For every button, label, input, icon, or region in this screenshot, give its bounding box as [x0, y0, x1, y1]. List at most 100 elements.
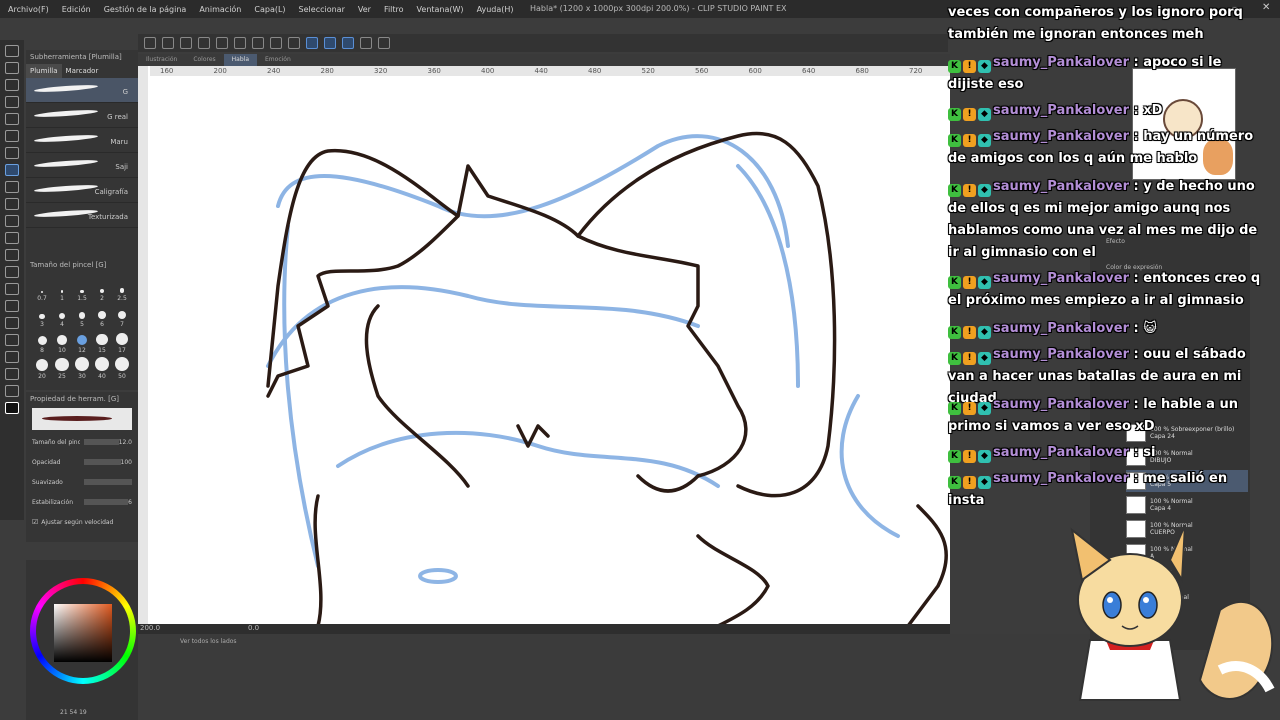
brush-size-option[interactable]: 17	[112, 328, 132, 354]
pen-icon[interactable]	[5, 164, 19, 176]
balloon-icon[interactable]	[5, 368, 19, 380]
brush-size-option[interactable]: 2.5	[112, 276, 132, 302]
brush-item[interactable]: Saji	[26, 153, 138, 178]
save-icon[interactable]	[180, 37, 192, 49]
brush-size-option[interactable]: 15	[92, 328, 112, 354]
grid-snap-icon[interactable]	[342, 37, 354, 49]
clear-icon[interactable]	[252, 37, 264, 49]
menu-item[interactable]: Ventana(W)	[417, 5, 464, 14]
menu-item[interactable]: Seleccionar	[299, 5, 345, 14]
menu-item[interactable]: Ayuda(H)	[477, 5, 514, 14]
move-icon[interactable]	[5, 62, 19, 74]
ruler-icon[interactable]	[5, 334, 19, 346]
fill-tool-icon[interactable]	[5, 266, 19, 278]
spinner-icon[interactable]	[234, 37, 246, 49]
text-icon[interactable]	[5, 351, 19, 363]
menu-item[interactable]: Ver	[358, 5, 371, 14]
eyedropper-icon[interactable]	[5, 147, 19, 159]
brush-size-option[interactable]: 5	[72, 302, 92, 328]
brush-size-option[interactable]: 2	[92, 276, 112, 302]
brush-size-option[interactable]: 40	[92, 354, 112, 380]
menu-item[interactable]: Filtro	[384, 5, 404, 14]
chat-message: K! ◆ saumy_Pankalover : y de hecho uno de …	[948, 176, 1266, 264]
brush-size-option[interactable]: 25	[52, 354, 72, 380]
brush-icon[interactable]	[5, 198, 19, 210]
property-row[interactable]: Tamaño del pincel 12.0	[26, 432, 138, 452]
brush-size-option[interactable]: 8	[32, 328, 52, 354]
brush-size-dot	[115, 357, 129, 371]
fill-icon[interactable]	[270, 37, 282, 49]
property-row[interactable]: Estabilización 6	[26, 492, 138, 512]
brush-size-option[interactable]: 4	[52, 302, 72, 328]
move-layer-icon[interactable]	[5, 96, 19, 108]
property-row[interactable]: Opacidad 100	[26, 452, 138, 472]
menu-item[interactable]: Animación	[199, 5, 241, 14]
brush-size-option[interactable]: 12	[72, 328, 92, 354]
auto-select-icon[interactable]	[5, 130, 19, 142]
new-file-icon[interactable]	[144, 37, 156, 49]
brush-item[interactable]: Maru	[26, 128, 138, 153]
document-tab[interactable]: Colores	[185, 54, 223, 66]
brush-size-option[interactable]: 3	[32, 302, 52, 328]
figure-icon[interactable]	[5, 300, 19, 312]
brush-item[interactable]: Caligrafía	[26, 178, 138, 203]
menu-item[interactable]: Archivo(F)	[8, 5, 49, 14]
brush-size-option[interactable]: 50	[112, 354, 132, 380]
pencil-icon[interactable]	[5, 181, 19, 193]
chat-username: saumy_Pankalover	[993, 445, 1129, 460]
device-icon[interactable]	[360, 37, 372, 49]
brush-size-option[interactable]: 20	[32, 354, 52, 380]
speed-checkbox-row[interactable]: ☑ Ajustar según velocidad	[26, 512, 138, 532]
brush-item[interactable]: G	[26, 78, 138, 103]
gradient-icon[interactable]	[5, 283, 19, 295]
operation-icon[interactable]	[5, 79, 19, 91]
brush-size-option[interactable]: 6	[92, 302, 112, 328]
special-ruler-snap-icon[interactable]	[324, 37, 336, 49]
brush-item[interactable]: Texturizada	[26, 203, 138, 228]
brush-size-dot	[119, 288, 125, 293]
ruler-snap-icon[interactable]	[306, 37, 318, 49]
zoom-level[interactable]: 200.0	[140, 624, 160, 632]
settings-icon[interactable]	[378, 37, 390, 49]
property-slider[interactable]	[84, 499, 129, 505]
brush-size-option[interactable]: 30	[72, 354, 92, 380]
property-slider[interactable]	[84, 459, 121, 465]
open-file-icon[interactable]	[162, 37, 174, 49]
document-tab[interactable]: Emoción	[257, 54, 299, 66]
checkbox-icon[interactable]: ☑	[32, 518, 38, 526]
ruler-tick: 440	[534, 67, 548, 75]
blend-icon[interactable]	[5, 249, 19, 261]
zoom-icon[interactable]	[5, 45, 19, 57]
tab-plumilla[interactable]: Plumilla	[26, 64, 62, 78]
rotation-level[interactable]: 0.0	[248, 624, 259, 632]
property-row[interactable]: Suavizado	[26, 472, 138, 492]
brush-size-option[interactable]: 7	[112, 302, 132, 328]
brush-size-title: Tamaño del pincel [G]	[30, 261, 107, 269]
document-tab[interactable]: Habla	[223, 54, 258, 66]
brush-size-option[interactable]: 1.5	[72, 276, 92, 302]
property-slider[interactable]	[84, 439, 119, 445]
menu-item[interactable]: Gestión de la página	[104, 5, 187, 14]
undo-icon[interactable]	[198, 37, 210, 49]
eraser-icon[interactable]	[5, 232, 19, 244]
selection-icon[interactable]	[5, 113, 19, 125]
tab-marcador[interactable]: Marcador	[62, 64, 103, 78]
correct-line-icon[interactable]	[5, 385, 19, 397]
color-swatch-icon[interactable]	[5, 402, 19, 414]
canvas[interactable]	[138, 66, 950, 626]
chat-badge-icon: K	[948, 402, 961, 415]
menu-item[interactable]: Edición	[62, 5, 91, 14]
transform-icon[interactable]	[288, 37, 300, 49]
brush-size-option[interactable]: 0.7	[32, 276, 52, 302]
brush-size-option[interactable]: 10	[52, 328, 72, 354]
airbrush-icon[interactable]	[5, 215, 19, 227]
menu-item[interactable]: Capa(L)	[254, 5, 285, 14]
saturation-value-box[interactable]	[54, 604, 112, 662]
brush-size-option[interactable]: 1	[52, 276, 72, 302]
property-slider[interactable]	[84, 479, 132, 485]
brush-size-dot	[58, 312, 66, 319]
brush-item[interactable]: G real	[26, 103, 138, 128]
frame-icon[interactable]	[5, 317, 19, 329]
redo-icon[interactable]	[216, 37, 228, 49]
document-tab[interactable]: Ilustración	[138, 54, 185, 66]
